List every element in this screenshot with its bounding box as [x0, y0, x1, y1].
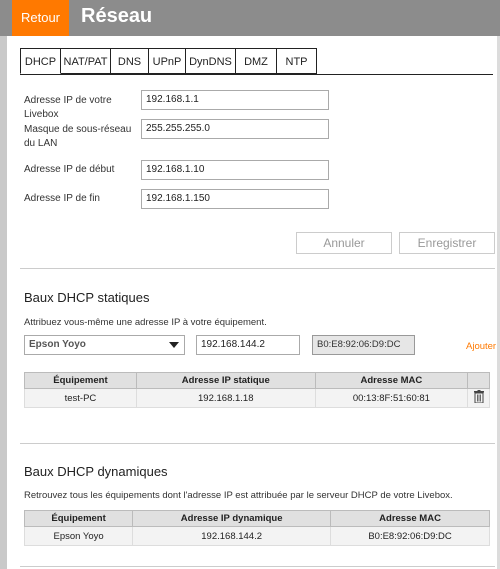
table-header-row: Équipement Adresse IP dynamique Adresse … — [23, 510, 490, 527]
chevron-down-icon — [169, 342, 179, 348]
end-ip-label: Adresse IP de fin — [24, 193, 100, 204]
device-select-value: Epson Yoyo — [29, 339, 86, 350]
column-header-actions — [467, 372, 490, 389]
tab-dmz[interactable]: DMZ — [236, 48, 277, 74]
table-row: test-PC 192.168.1.18 00:13:8F:51:60:81 — [24, 388, 490, 408]
mac-cell: B0:E8:92:06:D9:DC — [330, 526, 490, 546]
table-header-row: Équipement Adresse IP statique Adresse M… — [24, 372, 490, 389]
tabs-underline — [20, 74, 493, 75]
ip-cell: 192.168.1.18 — [135, 388, 316, 408]
static-ip-input[interactable]: 192.168.144.2 — [196, 335, 300, 355]
end-ip-input[interactable]: 192.168.1.150 — [141, 189, 329, 209]
device-cell: test-PC — [24, 388, 137, 408]
device-cell: Epson Yoyo — [23, 526, 134, 546]
tab-upnp[interactable]: UPnP — [149, 48, 186, 74]
tab-dyndns[interactable]: DynDNS — [186, 48, 236, 74]
page-title: Réseau — [81, 5, 153, 27]
dynamic-leases-title: Baux DHCP dynamiques — [24, 464, 168, 479]
back-button[interactable]: Retour — [12, 0, 69, 36]
tab-dns[interactable]: DNS — [111, 48, 149, 74]
divider — [20, 268, 495, 269]
column-header: Équipement — [23, 510, 134, 527]
static-leases-table: Équipement Adresse IP statique Adresse M… — [24, 372, 490, 408]
subnet-mask-input[interactable]: 255.255.255.0 — [141, 119, 329, 139]
column-header: Adresse IP statique — [135, 372, 316, 389]
device-select[interactable]: Epson Yoyo — [24, 335, 185, 355]
livebox-ip-input[interactable]: 192.168.1.1 — [141, 90, 329, 110]
column-header: Adresse MAC — [330, 510, 490, 527]
tab-bar: DHCP NAT/PAT DNS UPnP DynDNS DMZ NTP — [20, 48, 317, 75]
column-header: Équipement — [24, 372, 137, 389]
add-link[interactable]: Ajouter — [466, 341, 496, 352]
subnet-mask-label: Masque de sous-réseau du LAN — [24, 124, 132, 149]
divider — [20, 443, 495, 444]
start-ip-input[interactable]: 192.168.1.10 — [141, 160, 329, 180]
table-row: Epson Yoyo 192.168.144.2 B0:E8:92:06:D9:… — [23, 526, 490, 546]
column-header: Adresse MAC — [314, 372, 469, 389]
livebox-ip-label: Adresse IP de votre Livebox — [24, 95, 112, 120]
column-header: Adresse IP dynamique — [132, 510, 332, 527]
left-side-bar — [0, 36, 7, 569]
save-button[interactable]: Enregistrer — [399, 232, 495, 254]
tab-nat-pat[interactable]: NAT/PAT — [61, 48, 111, 74]
mac-address-display: B0:E8:92:06:D9:DC — [312, 335, 415, 355]
header-bar: Retour Réseau — [0, 0, 500, 36]
trash-icon[interactable] — [473, 390, 484, 406]
static-leases-title: Baux DHCP statiques — [24, 290, 150, 305]
delete-cell — [467, 388, 490, 408]
cancel-button[interactable]: Annuler — [296, 232, 392, 254]
ip-cell: 192.168.144.2 — [132, 526, 332, 546]
dynamic-leases-description: Retrouvez tous les équipements dont l'ad… — [24, 490, 453, 501]
start-ip-label: Adresse IP de début — [24, 164, 115, 175]
static-leases-description: Attribuez vous-même une adresse IP à vot… — [24, 317, 267, 328]
divider — [20, 566, 495, 567]
tab-ntp[interactable]: NTP — [277, 48, 317, 74]
dynamic-leases-table: Équipement Adresse IP dynamique Adresse … — [23, 510, 490, 546]
tab-dhcp[interactable]: DHCP — [20, 48, 61, 74]
mac-cell: 00:13:8F:51:60:81 — [314, 388, 469, 408]
